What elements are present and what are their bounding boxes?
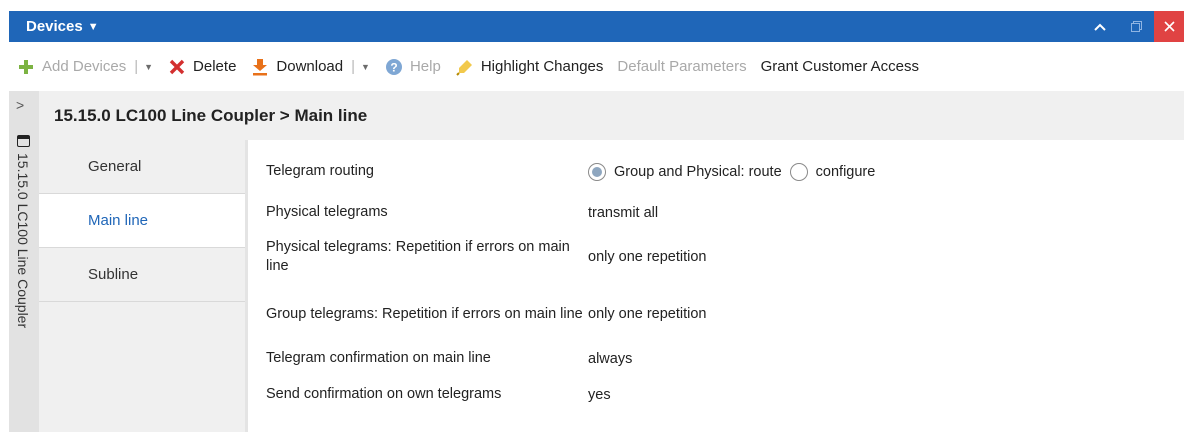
svg-text:?: ?	[390, 60, 397, 74]
parameter-panel: Telegram routing Group and Physical: rou…	[250, 140, 1184, 432]
help-icon: ?	[384, 57, 404, 77]
add-devices-dropdown-icon[interactable]: ▼	[144, 62, 153, 72]
expand-chevron-icon[interactable]: >	[16, 97, 24, 113]
delete-label: Delete	[193, 58, 237, 75]
radio-label: Group and Physical: route	[614, 163, 782, 180]
highlighter-icon	[455, 57, 475, 77]
add-devices-label: Add Devices	[42, 58, 127, 75]
help-button[interactable]: ? Help	[384, 57, 441, 77]
radio-configure[interactable]	[789, 162, 808, 181]
delete-button[interactable]: Delete	[167, 57, 236, 77]
close-icon	[1163, 21, 1175, 32]
restore-button[interactable]	[1118, 11, 1154, 42]
property-label: Physical telegrams	[266, 204, 388, 220]
close-button[interactable]	[1154, 11, 1184, 42]
highlight-changes-label: Highlight Changes	[480, 58, 604, 75]
collapse-button[interactable]	[1082, 11, 1118, 42]
download-label: Download	[276, 58, 344, 75]
nav-item-label: General	[88, 158, 142, 175]
side-tab-label: 15.15.0 LC100 Line Coupler	[15, 153, 31, 329]
property-row-send-confirmation: Send confirmation on own telegrams yes	[266, 385, 1166, 404]
property-row-physical-repetition: Physical telegrams: Repetition if errors…	[266, 237, 1166, 277]
default-parameters-button[interactable]: Default Parameters	[617, 58, 746, 75]
nav-item-label: Subline	[88, 266, 139, 283]
property-value[interactable]: transmit all	[588, 205, 658, 221]
grant-customer-access-button[interactable]: Grant Customer Access	[761, 58, 919, 75]
grant-customer-access-label: Grant Customer Access	[760, 58, 920, 75]
title-text: Devices	[26, 18, 83, 35]
nav-item-general[interactable]: General	[39, 140, 245, 194]
side-tab-strip[interactable]: > 15.15.0 LC100 Line Coupler	[9, 91, 39, 432]
window-controls	[1082, 11, 1184, 42]
property-row-telegram-routing: Telegram routing Group and Physical: rou…	[266, 162, 1166, 181]
title-bar: Devices ▼	[9, 11, 1184, 42]
separator: |	[134, 58, 139, 75]
property-value[interactable]: yes	[588, 387, 611, 403]
devices-menu[interactable]: Devices ▼	[26, 18, 99, 35]
property-value[interactable]: always	[588, 351, 632, 367]
property-row-physical-telegrams: Physical telegrams transmit all	[266, 203, 1166, 222]
property-value[interactable]: only one repetition	[588, 249, 707, 265]
property-label: Telegram confirmation on main line	[266, 350, 491, 366]
property-label: Telegram routing	[266, 163, 374, 179]
plus-icon	[16, 57, 36, 77]
download-button[interactable]: Download	[250, 57, 343, 77]
content-header: 15.15.0 LC100 Line Coupler > Main line	[39, 91, 1184, 140]
default-parameters-label: Default Parameters	[617, 58, 747, 75]
highlight-changes-button[interactable]: Highlight Changes	[455, 57, 604, 77]
help-label: Help	[409, 58, 441, 75]
nav-item-main-line[interactable]: Main line	[39, 194, 245, 248]
property-row-group-repetition: Group telegrams: Repetition if errors on…	[266, 294, 1166, 334]
telegram-routing-radio-group: Group and Physical: route configure	[588, 162, 883, 181]
download-dropdown-icon[interactable]: ▼	[361, 62, 370, 72]
radio-label: configure	[815, 163, 876, 180]
property-label: Physical telegrams: Repetition if errors…	[266, 239, 570, 274]
device-icon	[17, 135, 30, 147]
caret-down-icon: ▼	[87, 20, 99, 33]
separator: |	[351, 58, 356, 75]
delete-x-icon	[167, 57, 187, 77]
chevron-up-icon	[1094, 23, 1106, 31]
restore-icon	[1130, 21, 1142, 32]
radio-group-and-physical-route[interactable]	[588, 162, 606, 181]
nav-item-subline[interactable]: Subline	[39, 248, 245, 302]
add-devices-button[interactable]: Add Devices	[16, 57, 126, 77]
nav-item-label: Main line	[88, 212, 149, 229]
download-icon	[250, 57, 270, 77]
parameter-nav: General Main line Subline	[39, 140, 248, 432]
property-row-telegram-confirmation: Telegram confirmation on main line alway…	[266, 349, 1166, 368]
breadcrumb: 15.15.0 LC100 Line Coupler > Main line	[54, 106, 368, 125]
toolbar: Add Devices | ▼ Delete Download | ▼ ? He…	[9, 42, 1184, 91]
property-label: Send confirmation on own telegrams	[266, 386, 502, 402]
property-value[interactable]: only one repetition	[588, 306, 707, 322]
property-label: Group telegrams: Repetition if errors on…	[266, 305, 583, 322]
